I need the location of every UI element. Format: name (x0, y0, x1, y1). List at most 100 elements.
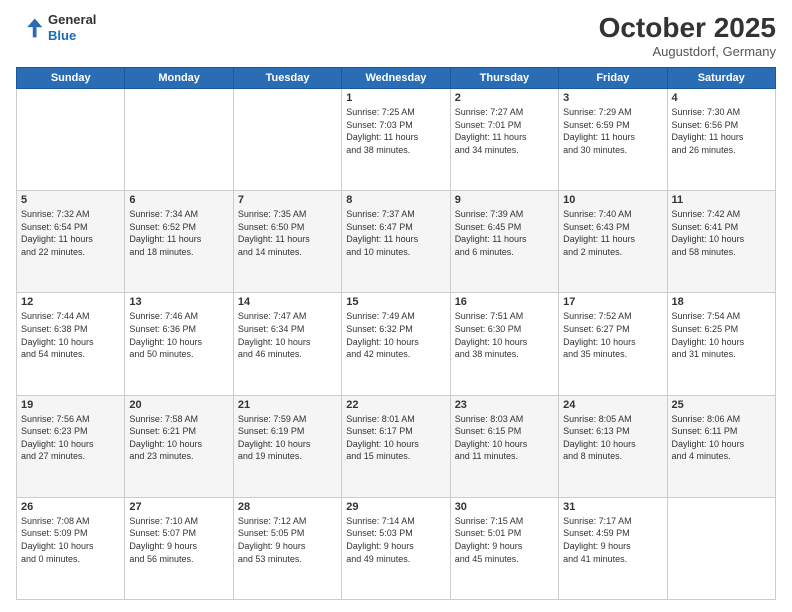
day-info: Sunrise: 7:54 AMSunset: 6:25 PMDaylight:… (672, 310, 771, 360)
calendar-cell (667, 497, 775, 599)
day-number: 20 (129, 399, 228, 411)
calendar-cell: 27 Sunrise: 7:10 AMSunset: 5:07 PMDayligh… (125, 497, 233, 599)
day-info: Sunrise: 7:30 AMSunset: 6:56 PMDaylight:… (672, 106, 771, 156)
weekday-header-row: SundayMondayTuesdayWednesdayThursdayFrid… (17, 68, 776, 89)
day-number: 1 (346, 92, 445, 104)
calendar-cell: 6 Sunrise: 7:34 AMSunset: 6:52 PMDaylight… (125, 191, 233, 293)
calendar-cell: 31 Sunrise: 7:17 AMSunset: 4:59 PMDayligh… (559, 497, 667, 599)
day-number: 10 (563, 194, 662, 206)
calendar-cell: 15 Sunrise: 7:49 AMSunset: 6:32 PMDayligh… (342, 293, 450, 395)
logo-icon (16, 14, 44, 42)
calendar-cell: 25 Sunrise: 8:06 AMSunset: 6:11 PMDayligh… (667, 395, 775, 497)
day-number: 2 (455, 92, 554, 104)
week-row-5: 26Sunrise: 7:08 AMSunset: 5:09 PMDayligh… (17, 497, 776, 599)
day-number: 25 (672, 399, 771, 411)
weekday-header-friday: Friday (559, 68, 667, 89)
calendar-cell: 9Sunrise: 7:39 AMSunset: 6:45 PMDaylight… (450, 191, 558, 293)
calendar-cell: 11 Sunrise: 7:42 AMSunset: 6:41 PMDayligh… (667, 191, 775, 293)
weekday-header-monday: Monday (125, 68, 233, 89)
day-number: 19 (21, 399, 120, 411)
day-number: 26 (21, 501, 120, 513)
day-info: Sunrise: 7:32 AMSunset: 6:54 PMDaylight:… (21, 208, 120, 258)
day-info: Sunrise: 7:35 AMSunset: 6:50 PMDaylight:… (238, 208, 337, 258)
day-info: Sunrise: 7:37 AMSunset: 6:47 PMDaylight:… (346, 208, 445, 258)
day-info: Sunrise: 7:49 AMSunset: 6:32 PMDaylight:… (346, 310, 445, 360)
calendar-cell: 1 Sunrise: 7:25 AMSunset: 7:03 PMDaylight… (342, 89, 450, 191)
calendar-cell: 10Sunrise: 7:40 AMSunset: 6:43 PMDayligh… (559, 191, 667, 293)
calendar-cell (233, 89, 341, 191)
day-number: 27 (129, 501, 228, 513)
day-number: 13 (129, 296, 228, 308)
day-number: 22 (346, 399, 445, 411)
day-number: 21 (238, 399, 337, 411)
calendar-cell: 4Sunrise: 7:30 AMSunset: 6:56 PMDaylight… (667, 89, 775, 191)
calendar-cell: 16Sunrise: 7:51 AMSunset: 6:30 PMDayligh… (450, 293, 558, 395)
week-row-4: 19 Sunrise: 7:56 AMSunset: 6:23 PMDayligh… (17, 395, 776, 497)
day-info: Sunrise: 8:06 AMSunset: 6:11 PMDaylight:… (672, 413, 771, 463)
logo: General Blue (16, 12, 96, 43)
day-info: Sunrise: 7:56 AMSunset: 6:23 PMDaylight:… (21, 413, 120, 463)
day-info: Sunrise: 7:39 AMSunset: 6:45 PMDaylight:… (455, 208, 554, 258)
calendar-table: SundayMondayTuesdayWednesdayThursdayFrid… (16, 67, 776, 600)
day-info: Sunrise: 7:10 AMSunset: 5:07 PMDaylight:… (129, 515, 228, 565)
day-info: Sunrise: 7:58 AMSunset: 6:21 PMDaylight:… (129, 413, 228, 463)
day-number: 29 (346, 501, 445, 513)
day-number: 28 (238, 501, 337, 513)
day-info: Sunrise: 8:03 AMSunset: 6:15 PMDaylight:… (455, 413, 554, 463)
calendar-cell: 14 Sunrise: 7:47 AMSunset: 6:34 PMDayligh… (233, 293, 341, 395)
weekday-header-tuesday: Tuesday (233, 68, 341, 89)
calendar-cell: 28 Sunrise: 7:12 AMSunset: 5:05 PMDayligh… (233, 497, 341, 599)
day-number: 31 (563, 501, 662, 513)
calendar-cell: 23Sunrise: 8:03 AMSunset: 6:15 PMDayligh… (450, 395, 558, 497)
day-number: 30 (455, 501, 554, 513)
calendar-cell (125, 89, 233, 191)
month-title: October 2025 (599, 12, 776, 44)
calendar-cell: 8Sunrise: 7:37 AMSunset: 6:47 PMDaylight… (342, 191, 450, 293)
calendar-cell: 26Sunrise: 7:08 AMSunset: 5:09 PMDayligh… (17, 497, 125, 599)
logo-line2: Blue (48, 28, 96, 44)
day-info: Sunrise: 7:42 AMSunset: 6:41 PMDaylight:… (672, 208, 771, 258)
calendar-cell: 22Sunrise: 8:01 AMSunset: 6:17 PMDayligh… (342, 395, 450, 497)
weekday-header-sunday: Sunday (17, 68, 125, 89)
calendar-cell: 7Sunrise: 7:35 AMSunset: 6:50 PMDaylight… (233, 191, 341, 293)
day-number: 12 (21, 296, 120, 308)
logo-line1: General (48, 12, 96, 28)
day-number: 17 (563, 296, 662, 308)
day-info: Sunrise: 7:25 AMSunset: 7:03 PMDaylight:… (346, 106, 445, 156)
day-info: Sunrise: 7:46 AMSunset: 6:36 PMDaylight:… (129, 310, 228, 360)
calendar-cell: 3Sunrise: 7:29 AMSunset: 6:59 PMDaylight… (559, 89, 667, 191)
day-number: 24 (563, 399, 662, 411)
calendar-cell: 18 Sunrise: 7:54 AMSunset: 6:25 PMDayligh… (667, 293, 775, 395)
day-info: Sunrise: 7:27 AMSunset: 7:01 PMDaylight:… (455, 106, 554, 156)
day-info: Sunrise: 7:34 AMSunset: 6:52 PMDaylight:… (129, 208, 228, 258)
page: General Blue October 2025 Augustdorf, Ge… (0, 0, 792, 612)
title-block: October 2025 Augustdorf, Germany (599, 12, 776, 59)
day-info: Sunrise: 7:17 AMSunset: 4:59 PMDaylight:… (563, 515, 662, 565)
calendar-cell: 13 Sunrise: 7:46 AMSunset: 6:36 PMDayligh… (125, 293, 233, 395)
calendar-cell: 24 Sunrise: 8:05 AMSunset: 6:13 PMDayligh… (559, 395, 667, 497)
day-info: Sunrise: 7:14 AMSunset: 5:03 PMDaylight:… (346, 515, 445, 565)
day-info: Sunrise: 7:59 AMSunset: 6:19 PMDaylight:… (238, 413, 337, 463)
weekday-header-thursday: Thursday (450, 68, 558, 89)
day-number: 11 (672, 194, 771, 206)
calendar-cell: 19 Sunrise: 7:56 AMSunset: 6:23 PMDayligh… (17, 395, 125, 497)
calendar-cell: 20 Sunrise: 7:58 AMSunset: 6:21 PMDayligh… (125, 395, 233, 497)
calendar-cell: 17 Sunrise: 7:52 AMSunset: 6:27 PMDayligh… (559, 293, 667, 395)
day-number: 3 (563, 92, 662, 104)
day-number: 15 (346, 296, 445, 308)
calendar-cell: 2 Sunrise: 7:27 AMSunset: 7:01 PMDaylight… (450, 89, 558, 191)
location: Augustdorf, Germany (599, 44, 776, 59)
day-info: Sunrise: 7:51 AMSunset: 6:30 PMDaylight:… (455, 310, 554, 360)
day-info: Sunrise: 7:47 AMSunset: 6:34 PMDaylight:… (238, 310, 337, 360)
day-info: Sunrise: 7:44 AMSunset: 6:38 PMDaylight:… (21, 310, 120, 360)
week-row-1: 1 Sunrise: 7:25 AMSunset: 7:03 PMDaylight… (17, 89, 776, 191)
day-number: 6 (129, 194, 228, 206)
day-number: 18 (672, 296, 771, 308)
day-info: Sunrise: 7:15 AMSunset: 5:01 PMDaylight:… (455, 515, 554, 565)
calendar-cell: 5Sunrise: 7:32 AMSunset: 6:54 PMDaylight… (17, 191, 125, 293)
day-number: 14 (238, 296, 337, 308)
calendar-cell: 21 Sunrise: 7:59 AMSunset: 6:19 PMDayligh… (233, 395, 341, 497)
day-info: Sunrise: 7:52 AMSunset: 6:27 PMDaylight:… (563, 310, 662, 360)
day-info: Sunrise: 7:12 AMSunset: 5:05 PMDaylight:… (238, 515, 337, 565)
day-info: Sunrise: 8:05 AMSunset: 6:13 PMDaylight:… (563, 413, 662, 463)
